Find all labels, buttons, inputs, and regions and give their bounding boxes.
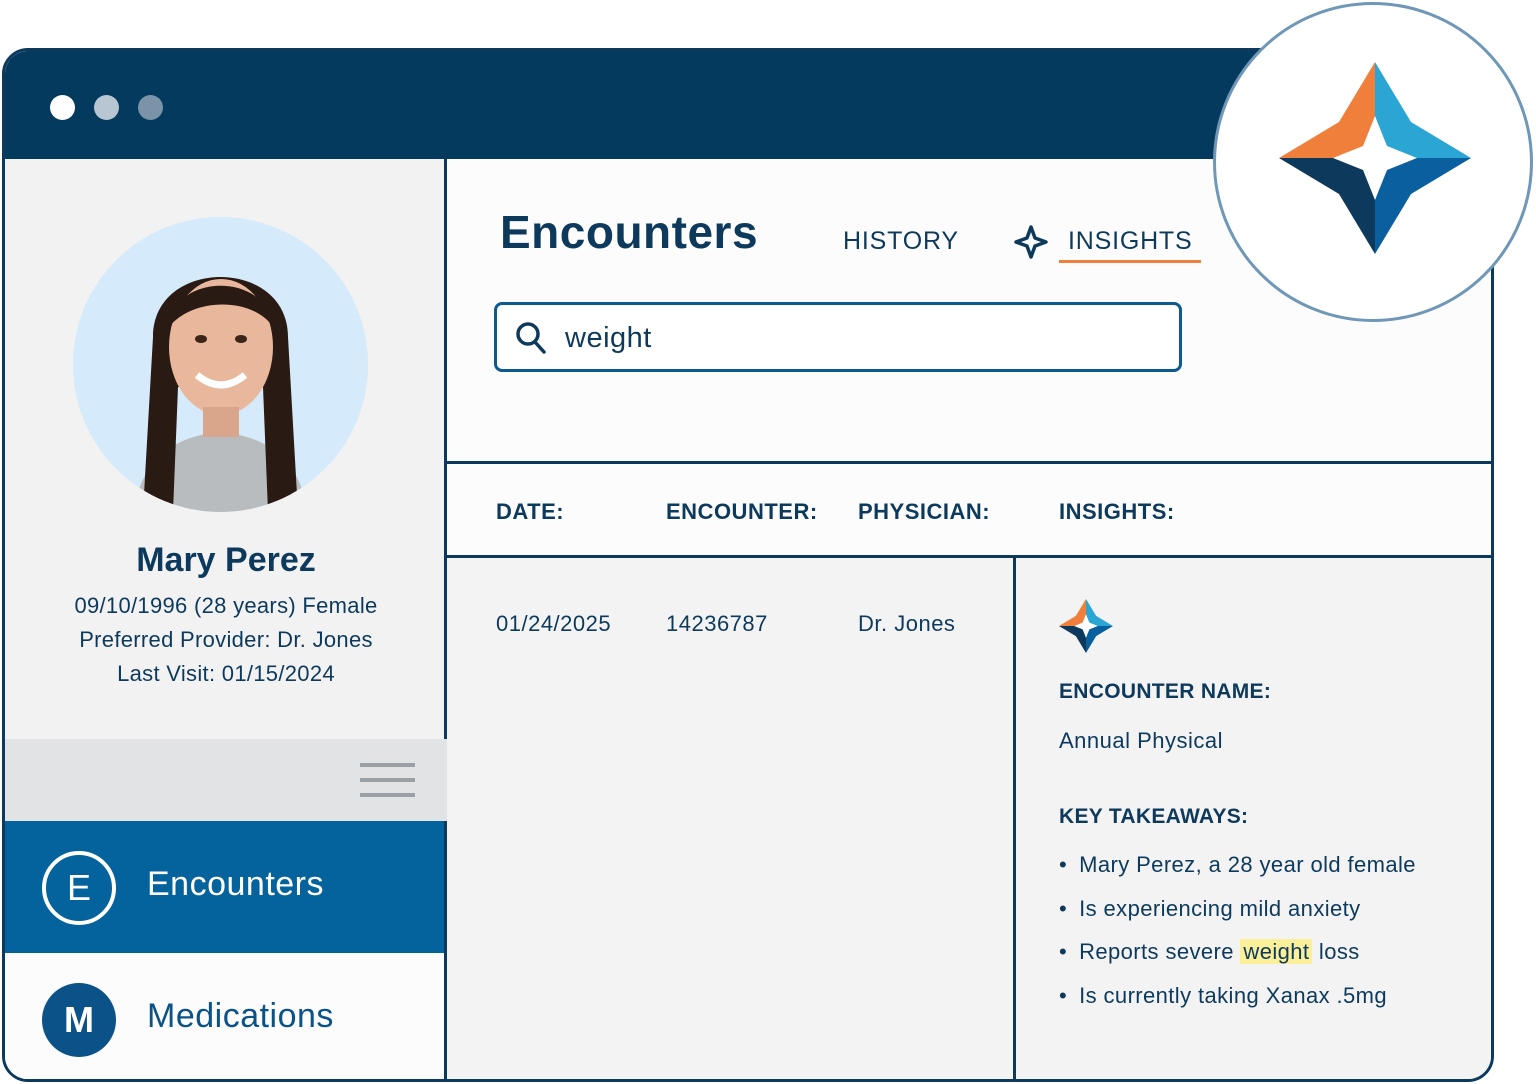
column-header-insights: INSIGHTS:: [1059, 499, 1175, 524]
sidebar-item-encounters[interactable]: E Encounters: [5, 821, 444, 953]
patient-sidebar: Mary Perez 09/10/1996 (28 years) Female …: [5, 159, 447, 1079]
cell-encounter: 14236787: [666, 611, 768, 636]
encounter-name-value: Annual Physical: [1059, 728, 1224, 753]
list-item: Mary Perez, a 28 year old female: [1059, 852, 1416, 896]
window-dot-1[interactable]: [50, 95, 75, 120]
hamburger-menu-icon[interactable]: [360, 763, 415, 797]
page-title: Encounters: [500, 206, 759, 258]
patient-avatar: [73, 217, 368, 512]
encounters-badge-icon: E: [42, 851, 116, 925]
search-highlight: weight: [1240, 939, 1313, 964]
patient-name: Mary Perez: [136, 541, 316, 579]
list-item: Reports severe weight loss: [1059, 939, 1416, 983]
cell-physician: Dr. Jones: [858, 611, 956, 636]
patient-last-visit: Last Visit: 01/15/2024: [117, 661, 335, 686]
divider: [447, 461, 1491, 464]
sidebar-item-label: Medications: [147, 997, 334, 1035]
cell-date: 01/24/2025: [496, 611, 612, 636]
column-divider: [1013, 558, 1016, 1079]
search-icon: [516, 322, 546, 354]
patient-provider: Preferred Provider: Dr. Jones: [79, 627, 373, 652]
brand-logo-badge: [1213, 2, 1533, 322]
key-takeaways-label: KEY TAKEAWAYS:: [1059, 805, 1249, 828]
sidebar-item-medications[interactable]: M Medications: [5, 953, 444, 1079]
window-dot-3[interactable]: [138, 95, 163, 120]
column-header-date: DATE:: [496, 499, 565, 524]
sparkle-icon: [1014, 225, 1048, 259]
column-header-encounter: ENCOUNTER:: [666, 499, 818, 524]
encounter-name-label: ENCOUNTER NAME:: [1059, 680, 1272, 703]
medications-badge-icon: M: [42, 983, 116, 1057]
list-item: Is currently taking Xanax .5mg: [1059, 983, 1416, 1027]
patient-dob: 09/10/1996 (28 years) Female: [74, 593, 378, 618]
column-header-physician: PHYSICIAN:: [858, 499, 991, 524]
search-value: weight: [565, 322, 652, 354]
brand-star-logo-icon: [1059, 599, 1113, 653]
tab-insights[interactable]: INSIGHTS: [1059, 227, 1202, 263]
list-item: Is experiencing mild anxiety: [1059, 896, 1416, 940]
key-takeaways-list: Mary Perez, a 28 year old female Is expe…: [1059, 852, 1416, 1026]
tab-history[interactable]: HISTORY: [843, 227, 959, 256]
window-dot-2[interactable]: [94, 95, 119, 120]
sidebar-menu-bar: [5, 739, 447, 821]
table-row[interactable]: 01/24/2025 14236787 Dr. Jones ENCOUNTER …: [447, 558, 1491, 1079]
brand-star-logo-icon: [1279, 62, 1471, 254]
sidebar-item-label: Encounters: [147, 865, 324, 903]
search-input[interactable]: weight: [494, 302, 1182, 372]
